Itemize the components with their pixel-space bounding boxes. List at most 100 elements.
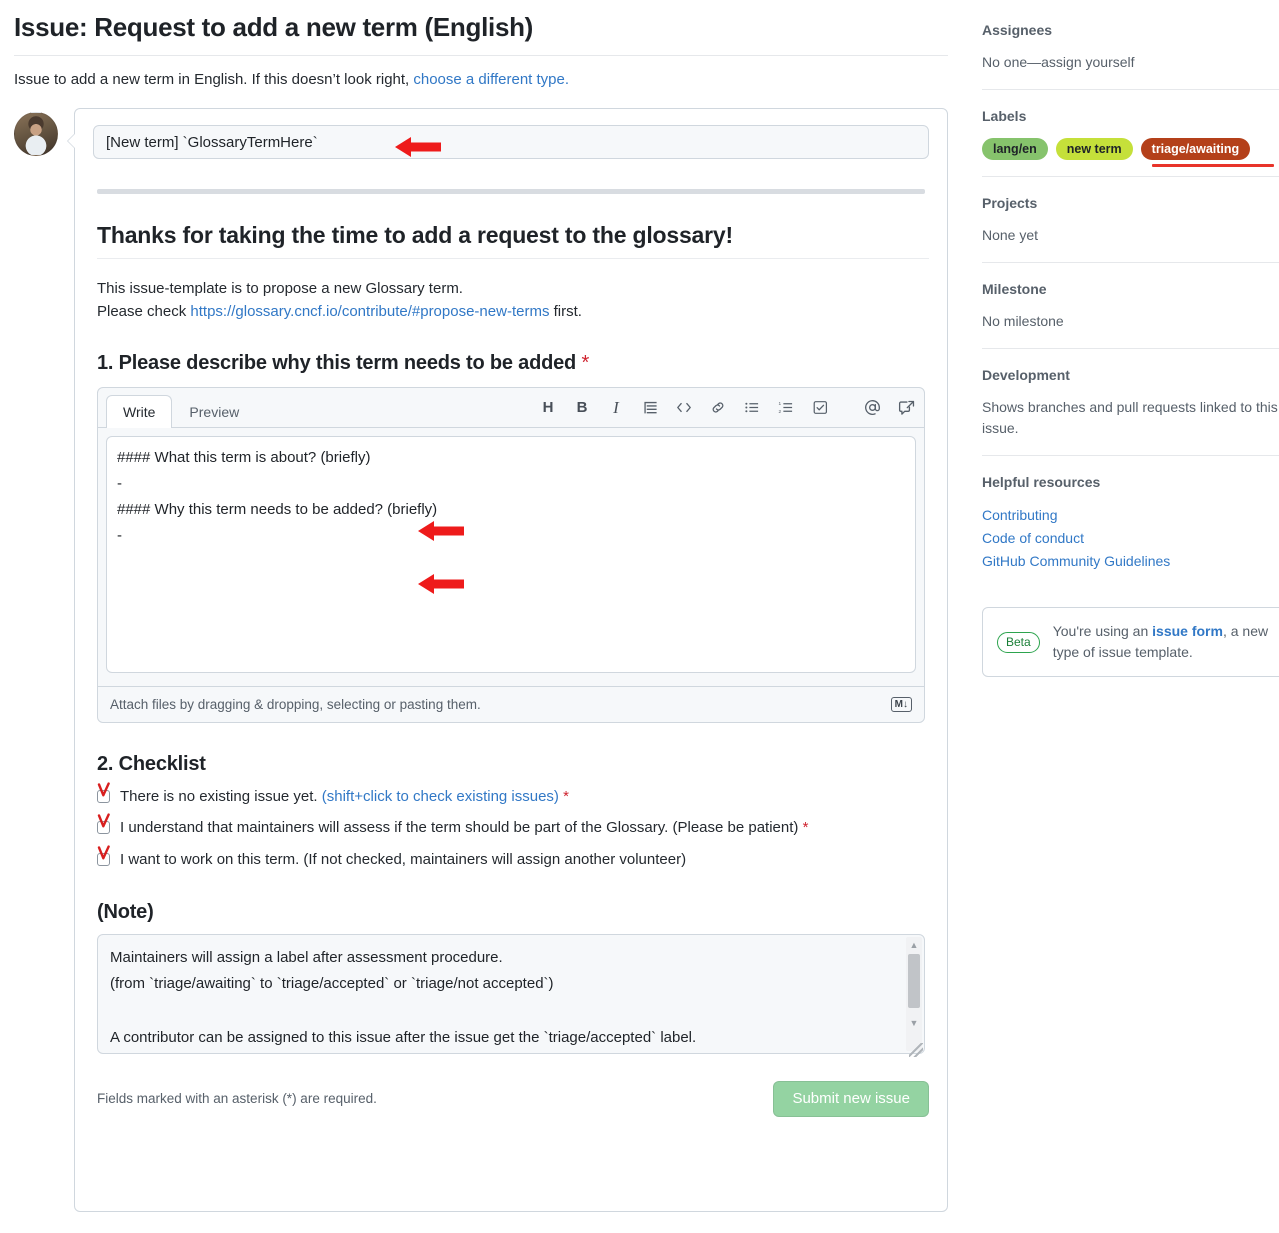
tab-write[interactable]: Write <box>106 395 172 428</box>
note-heading: (Note) <box>97 901 929 924</box>
question-1-text: 1. Please describe why this term needs t… <box>97 352 576 374</box>
question-1-heading: 1. Please describe why this term needs t… <box>97 352 929 375</box>
red-check-annotation <box>97 845 112 861</box>
beta-text: You're using an issue form, a new type o… <box>1053 621 1279 663</box>
editor-textarea-wrap <box>98 428 924 686</box>
sidebar-section-projects: Projects None yet <box>982 195 1279 263</box>
checklist-item-2: I understand that maintainers will asses… <box>97 817 929 839</box>
issue-form-page: Issue: Request to add a new term (Englis… <box>0 0 1279 1233</box>
shift-click-existing-issues-link[interactable]: (shift+click to check existing issues) <box>322 788 559 805</box>
development-heading: Development <box>982 367 1279 383</box>
page-description: Issue to add a new term in English. If t… <box>14 71 948 88</box>
checklist-item-1: There is no existing issue yet. (shift+c… <box>97 786 929 808</box>
submit-new-issue-button[interactable]: Submit new issue <box>773 1081 929 1117</box>
checkbox-no-existing-issue[interactable] <box>97 790 110 803</box>
milestone-value[interactable]: No milestone <box>982 311 1279 332</box>
checklist-required-1: * <box>563 788 569 805</box>
mention-icon[interactable] <box>862 398 882 418</box>
label-triage-awaiting[interactable]: triage/awaiting <box>1141 138 1251 160</box>
sidebar-section-assignees: Assignees No one—assign yourself <box>982 22 1279 90</box>
checklist-required-2: * <box>803 819 809 836</box>
ordered-list-icon[interactable]: 12 <box>776 398 796 418</box>
task-list-icon[interactable] <box>810 398 830 418</box>
glossary-contribute-link[interactable]: https://glossary.cncf.io/contribute/#pro… <box>190 303 549 320</box>
sidebar-section-milestone: Milestone No milestone <box>982 281 1279 349</box>
intro-line-1: This issue-template is to propose a new … <box>97 280 463 297</box>
intro-line-2-prefix: Please check <box>97 303 190 320</box>
main-column: Issue: Request to add a new term (Englis… <box>0 0 962 1233</box>
checklist-label-1: There is no existing issue yet. (shift+c… <box>120 786 569 808</box>
note-textarea[interactable] <box>97 934 925 1054</box>
checklist-item-3: I want to work on this term. (If not che… <box>97 849 929 871</box>
scroll-up-arrow-icon[interactable]: ▲ <box>906 937 922 953</box>
checklist-label-3: I want to work on this term. (If not che… <box>120 849 686 871</box>
tab-preview[interactable]: Preview <box>172 395 256 428</box>
projects-value[interactable]: None yet <box>982 225 1279 246</box>
unordered-list-icon[interactable] <box>742 398 762 418</box>
quote-icon[interactable] <box>640 398 660 418</box>
checklist-label-2: I understand that maintainers will asses… <box>120 817 808 839</box>
page-description-text: Issue to add a new term in English. If t… <box>14 71 413 88</box>
projects-heading: Projects <box>982 195 1279 211</box>
issue-title-input[interactable] <box>93 125 929 159</box>
beta-badge: Beta <box>997 632 1040 653</box>
reference-icon[interactable] <box>896 398 916 418</box>
red-check-annotation <box>97 782 112 798</box>
markdown-icon[interactable]: M↓ <box>891 697 912 712</box>
milestone-heading: Milestone <box>982 281 1279 297</box>
checkbox-want-to-work[interactable] <box>97 853 110 866</box>
page-title: Issue: Request to add a new term (Englis… <box>14 12 948 56</box>
textarea-resize-handle[interactable] <box>909 1043 923 1057</box>
note-wrap: ▲ ▼ <box>97 934 925 1059</box>
bold-icon[interactable]: B <box>572 398 592 418</box>
heading-icon[interactable]: H <box>538 398 558 418</box>
red-check-annotation <box>97 813 112 829</box>
svg-text:2: 2 <box>779 409 782 414</box>
editor-tabs: Write Preview <box>106 388 256 427</box>
label-new-term[interactable]: new term <box>1056 138 1133 160</box>
attach-files-text: Attach files by dragging & dropping, sel… <box>110 697 481 712</box>
checklist-text-2: I understand that maintainers will asses… <box>120 819 798 836</box>
avatar <box>14 112 58 156</box>
issue-form-link[interactable]: issue form <box>1152 623 1223 639</box>
section-divider <box>97 189 925 194</box>
italic-icon[interactable]: I <box>606 398 626 418</box>
choose-different-type-link[interactable]: choose a different type. <box>413 71 569 88</box>
sidebar: Assignees No one—assign yourself Labels … <box>982 0 1279 1233</box>
mention-group <box>862 398 916 418</box>
issue-form-body: Thanks for taking the time to add a requ… <box>75 109 947 1059</box>
link-github-community-guidelines[interactable]: GitHub Community Guidelines <box>982 550 1279 573</box>
compose-row: Thanks for taking the time to add a requ… <box>14 108 948 1212</box>
checkbox-understand-assessment[interactable] <box>97 821 110 834</box>
required-fields-note: Fields marked with an asterisk (*) are r… <box>97 1091 377 1106</box>
code-icon[interactable] <box>674 398 694 418</box>
link-icon[interactable] <box>708 398 728 418</box>
assignees-heading: Assignees <box>982 22 1279 38</box>
assignees-value[interactable]: No one—assign yourself <box>982 52 1279 73</box>
helpful-resources-heading: Helpful resources <box>982 474 1279 490</box>
link-contributing[interactable]: Contributing <box>982 504 1279 527</box>
intro-paragraph: This issue-template is to propose a new … <box>97 277 929 324</box>
editor-toolbar: Write Preview H B I <box>98 388 924 428</box>
description-textarea[interactable] <box>106 436 916 673</box>
issue-form-card: Thanks for taking the time to add a requ… <box>74 108 948 1212</box>
checklist-heading: 2. Checklist <box>97 753 929 776</box>
markdown-editor: Write Preview H B I <box>97 387 925 723</box>
scroll-down-arrow-icon[interactable]: ▼ <box>906 1015 922 1031</box>
beta-issue-form-notice: Beta You're using an issue form, a new t… <box>982 607 1279 677</box>
red-underline-annotation <box>1152 164 1274 167</box>
link-code-of-conduct[interactable]: Code of conduct <box>982 527 1279 550</box>
required-asterisk: * <box>581 352 589 374</box>
intro-line-2-suffix: first. <box>549 303 582 320</box>
beta-text-before: You're using an <box>1053 623 1152 639</box>
sidebar-section-development: Development Shows branches and pull requ… <box>982 367 1279 456</box>
sidebar-section-helpful-resources: Helpful resources Contributing Code of c… <box>982 474 1279 589</box>
label-lang-en[interactable]: lang/en <box>982 138 1048 160</box>
note-scrollbar[interactable]: ▲ ▼ <box>906 937 922 1051</box>
sidebar-section-labels: Labels lang/en new term triage/awaiting <box>982 108 1279 177</box>
development-value: Shows branches and pull requests linked … <box>982 397 1279 439</box>
scrollbar-thumb[interactable] <box>908 954 920 1008</box>
formatting-icons: H B I <box>538 398 916 427</box>
checklist-text-1: There is no existing issue yet. <box>120 788 322 805</box>
labels-heading: Labels <box>982 108 1279 124</box>
